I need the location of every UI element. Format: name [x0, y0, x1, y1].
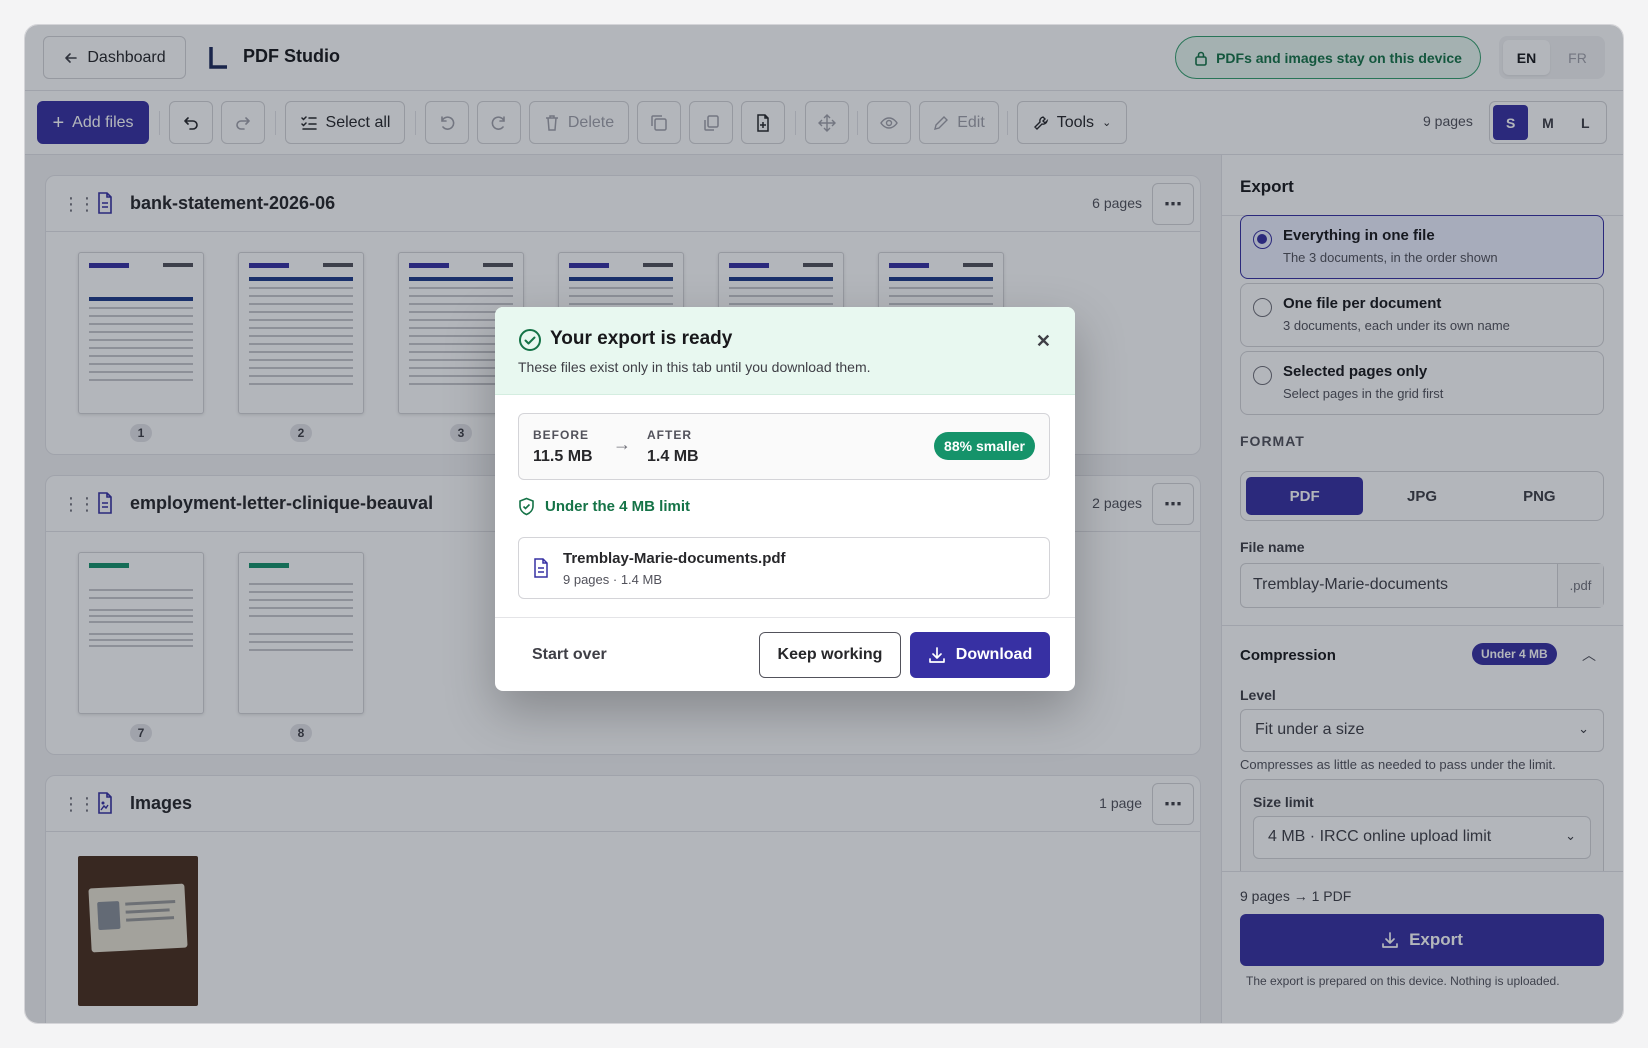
dialog-footer: Start over Keep working Download	[495, 617, 1075, 691]
limit-status: Under the 4 MB limit	[518, 497, 690, 516]
download-icon	[928, 647, 945, 663]
reduction-badge: 88% smaller	[934, 432, 1035, 460]
close-icon[interactable]: ✕	[1036, 331, 1051, 352]
after-value: 1.4 MB	[647, 448, 699, 465]
download-button[interactable]: Download	[910, 632, 1050, 678]
shield-check-icon	[519, 497, 534, 516]
exported-file: Tremblay-Marie-documents.pdf 9 pages · 1…	[518, 537, 1050, 599]
limit-status-label: Under the 4 MB limit	[545, 498, 691, 515]
download-label: Download	[955, 646, 1033, 663]
check-circle-icon	[519, 329, 541, 351]
exported-file-name: Tremblay-Marie-documents.pdf	[563, 550, 786, 567]
export-ready-dialog: Your export is ready These files exist o…	[495, 307, 1075, 691]
before-label: BEFORE	[533, 428, 590, 442]
size-comparison: BEFORE 11.5 MB → AFTER 1.4 MB 88% smalle…	[518, 413, 1050, 480]
keep-working-button[interactable]: Keep working	[759, 632, 901, 678]
arrow-right-icon: →	[613, 434, 631, 454]
file-text-icon	[534, 558, 548, 578]
before-value: 11.5 MB	[533, 448, 593, 465]
start-over-button[interactable]: Start over	[532, 646, 607, 664]
exported-file-meta: 9 pages · 1.4 MB	[563, 572, 662, 587]
dialog-title: Your export is ready	[550, 328, 733, 349]
after-label: AFTER	[647, 428, 692, 442]
dialog-subtitle: These files exist only in this tab until…	[518, 359, 871, 375]
dialog-header: Your export is ready These files exist o…	[495, 307, 1075, 395]
